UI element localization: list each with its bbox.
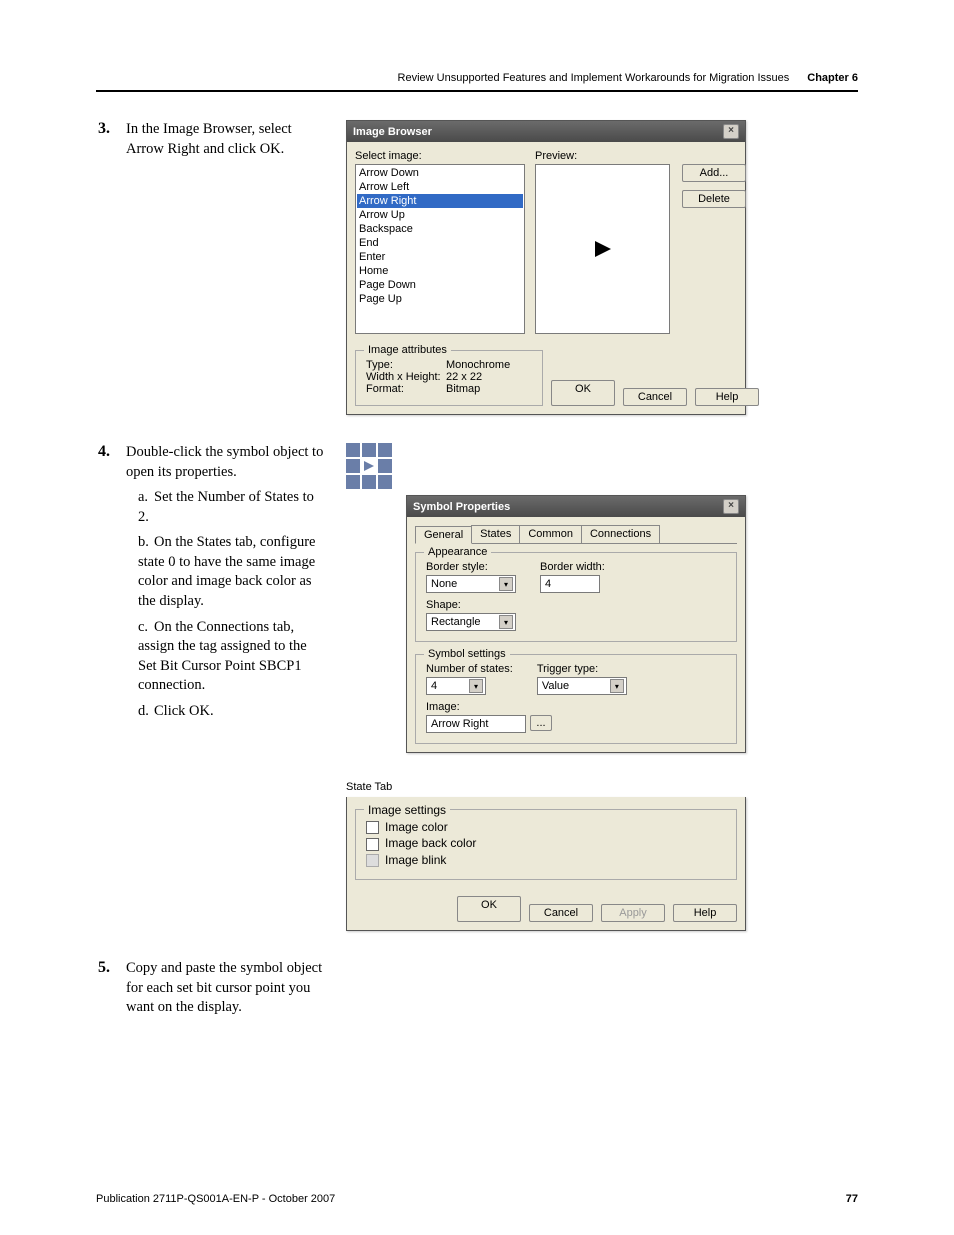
page-number: 77 (846, 1193, 858, 1205)
add-button[interactable]: Add... (682, 164, 746, 182)
border-style-label: Border style: (426, 561, 516, 573)
format-value: Bitmap (446, 383, 480, 395)
sub-d-text: Click OK. (154, 703, 214, 719)
preview-panel (535, 164, 670, 334)
list-item[interactable]: Arrow Up (357, 208, 523, 222)
list-item[interactable]: Arrow Left (357, 180, 523, 194)
image-browser-titlebar: Image Browser × (347, 121, 745, 142)
list-item[interactable]: Home (357, 264, 523, 278)
delete-button[interactable]: Delete (682, 190, 746, 208)
header-chapter: Chapter 6 (807, 72, 858, 84)
image-list[interactable]: Arrow Down Arrow Left Arrow Right Arrow … (355, 164, 525, 334)
symbol-object-icon (346, 443, 858, 489)
arrow-right-icon (591, 237, 615, 261)
type-label: Type: (366, 359, 446, 371)
ok-button[interactable]: OK (551, 380, 615, 406)
sub-c-letter: c. (138, 618, 154, 638)
state-tab-panel: Image settings Image color Image back co… (346, 797, 746, 931)
publication-info: Publication 2711P-QS001A-EN-P - October … (96, 1193, 335, 1205)
chevron-down-icon: ▾ (610, 679, 624, 693)
shape-value: Rectangle (431, 616, 481, 628)
image-back-color-label: Image back color (385, 836, 476, 850)
help-button[interactable]: Help (695, 388, 759, 406)
image-input[interactable]: Arrow Right (426, 715, 526, 733)
image-value: Arrow Right (431, 718, 488, 730)
preview-label: Preview: (535, 150, 670, 162)
tab-general[interactable]: General (415, 526, 472, 544)
tab-states[interactable]: States (471, 525, 520, 543)
border-style-value: None (431, 578, 457, 590)
step-4-num: 4. (96, 443, 118, 461)
list-item-selected[interactable]: Arrow Right (357, 194, 523, 208)
list-item[interactable]: Page Down (357, 278, 523, 292)
appearance-group-title: Appearance (424, 546, 491, 558)
close-icon[interactable]: × (723, 124, 739, 139)
image-blink-label: Image blink (385, 853, 446, 867)
format-label: Format: (366, 383, 446, 395)
cancel-button[interactable]: Cancel (623, 388, 687, 406)
num-states-value: 4 (431, 680, 437, 692)
image-label: Image: (426, 701, 726, 713)
list-item[interactable]: Page Up (357, 292, 523, 306)
tab-connections[interactable]: Connections (581, 525, 660, 543)
step-4-text: Double-click the symbol object to open i… (126, 444, 323, 480)
chevron-down-icon: ▾ (469, 679, 483, 693)
image-color-swatch[interactable] (366, 821, 379, 834)
close-icon[interactable]: × (723, 499, 739, 514)
chevron-down-icon: ▾ (499, 577, 513, 591)
symbol-settings-group-title: Symbol settings (424, 648, 510, 660)
help-button[interactable]: Help (673, 904, 737, 922)
header-section: Review Unsupported Features and Implemen… (398, 72, 790, 84)
cancel-button[interactable]: Cancel (529, 904, 593, 922)
wh-label: Width x Height: (366, 371, 446, 383)
step-5-num: 5. (96, 959, 118, 977)
sub-b-text: On the States tab, configure state 0 to … (138, 534, 315, 609)
list-item[interactable]: Enter (357, 250, 523, 264)
sub-d-letter: d. (138, 702, 154, 722)
trigger-type-select[interactable]: Value ▾ (537, 677, 627, 695)
list-item[interactable]: Arrow Down (357, 166, 523, 180)
image-settings-group-title: Image settings (364, 803, 450, 817)
sub-a-letter: a. (138, 488, 154, 508)
sub-c-text: On the Connections tab, assign the tag a… (138, 619, 307, 694)
image-color-label: Image color (385, 820, 448, 834)
image-blink-checkbox[interactable] (366, 854, 379, 867)
step-3-text: In the Image Browser, select Arrow Right… (126, 120, 328, 159)
image-browser-title: Image Browser (353, 126, 432, 138)
border-width-value: 4 (545, 578, 551, 590)
wh-value: 22 x 22 (446, 371, 482, 383)
symbol-properties-titlebar: Symbol Properties × (407, 496, 745, 517)
sub-a-text: Set the Number of States to 2. (138, 489, 314, 525)
ok-button[interactable]: OK (457, 896, 521, 922)
apply-button[interactable]: Apply (601, 904, 665, 922)
trigger-type-value: Value (542, 680, 569, 692)
tab-common[interactable]: Common (519, 525, 582, 543)
type-value: Monochrome (446, 359, 510, 371)
image-browser-dialog: Image Browser × Select image: Arrow Down… (346, 120, 746, 415)
num-states-select[interactable]: 4 ▾ (426, 677, 486, 695)
border-style-select[interactable]: None ▾ (426, 575, 516, 593)
border-width-input[interactable]: 4 (540, 575, 600, 593)
page-footer: Publication 2711P-QS001A-EN-P - October … (96, 1193, 858, 1205)
trigger-type-label: Trigger type: (537, 663, 627, 675)
border-width-label: Border width: (540, 561, 605, 573)
state-tab-caption: State Tab (346, 781, 858, 793)
image-back-color-swatch[interactable] (366, 838, 379, 851)
tabs: General States Common Connections (415, 525, 737, 544)
page-header: Review Unsupported Features and Implemen… (96, 72, 858, 92)
shape-label: Shape: (426, 599, 726, 611)
num-states-label: Number of states: (426, 663, 513, 675)
browse-button[interactable]: ... (530, 715, 552, 731)
step-5-text: Copy and paste the symbol object for eac… (126, 959, 328, 1018)
symbol-properties-title: Symbol Properties (413, 501, 510, 513)
step-3-num: 3. (96, 120, 118, 138)
image-attributes-title: Image attributes (364, 344, 451, 356)
shape-select[interactable]: Rectangle ▾ (426, 613, 516, 631)
select-image-label: Select image: (355, 150, 525, 162)
sub-b-letter: b. (138, 533, 154, 553)
list-item[interactable]: Backspace (357, 222, 523, 236)
chevron-down-icon: ▾ (499, 615, 513, 629)
list-item[interactable]: End (357, 236, 523, 250)
symbol-properties-dialog: Symbol Properties × General States Commo… (406, 495, 746, 753)
